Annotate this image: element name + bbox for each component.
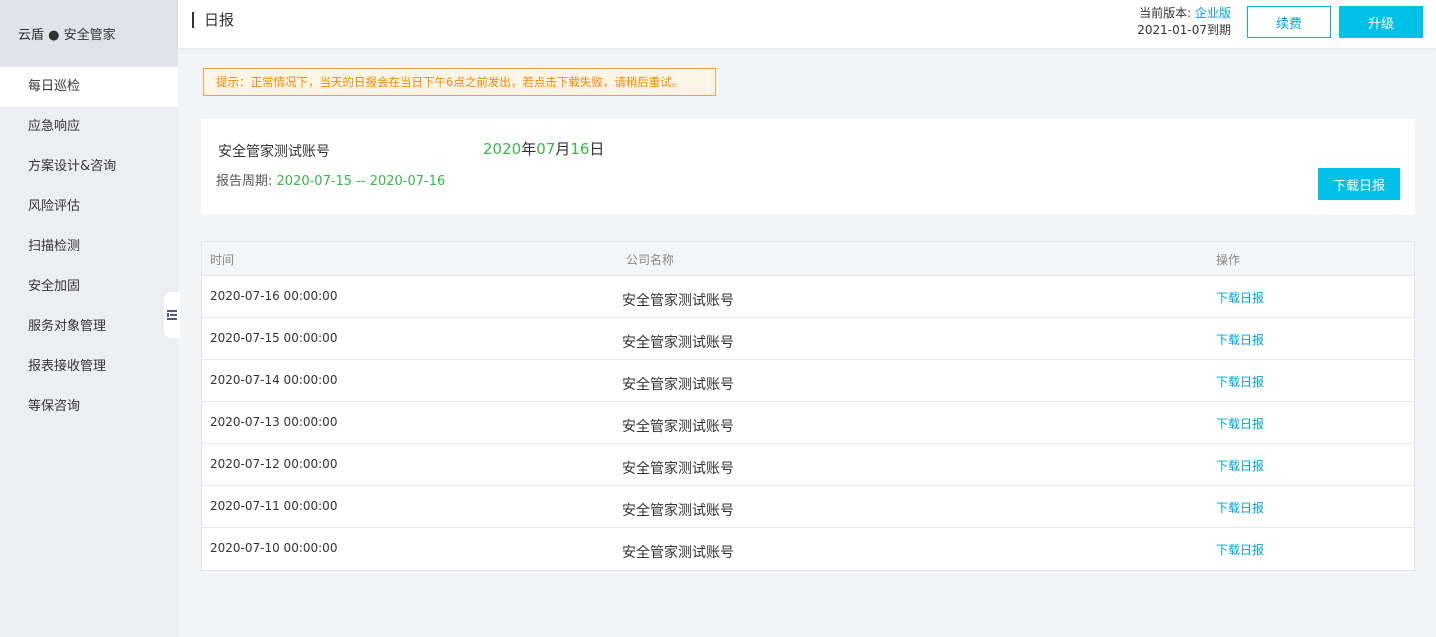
row-download-link[interactable]: 下载日报 xyxy=(1216,331,1264,348)
sidebar-item-security-hardening[interactable]: 安全加固 xyxy=(0,267,178,307)
page-title: 日报 xyxy=(192,12,234,28)
download-report-button[interactable]: 下载日报 xyxy=(1318,168,1400,200)
row-download-link[interactable]: 下载日报 xyxy=(1216,457,1264,474)
row-company: 安全管家测试账号 xyxy=(622,419,734,435)
daily-report-table: 时间 公司名称 操作 2020-07-16 00:00:00 安全管家测试账号 … xyxy=(201,241,1415,571)
row-company: 安全管家测试账号 xyxy=(622,503,734,519)
report-date-day-unit: 日 xyxy=(589,140,605,158)
account-name: 安全管家测试账号 xyxy=(218,144,330,160)
row-download-link[interactable]: 下载日报 xyxy=(1216,373,1264,390)
row-download-link[interactable]: 下载日报 xyxy=(1216,541,1264,558)
report-date-year: 2020 xyxy=(483,140,522,158)
sidebar-item-daily-inspection[interactable]: 每日巡检 xyxy=(0,67,178,107)
row-download-link[interactable]: 下载日报 xyxy=(1216,499,1264,516)
sidebar: 云盾 ● 安全管家 每日巡检 应急响应 方案设计&咨询 风险评估 扫描检测 安全… xyxy=(0,0,178,637)
sidebar-nav: 每日巡检 应急响应 方案设计&咨询 风险评估 扫描检测 安全加固 服务对象管理 … xyxy=(0,67,178,427)
version-label: 当前版本: xyxy=(1139,6,1192,20)
report-date-month-unit: 月 xyxy=(555,140,571,158)
table-row: 2020-07-13 00:00:00 安全管家测试账号 下载日报 xyxy=(202,402,1414,444)
sidebar-item-mlps-consulting[interactable]: 等保咨询 xyxy=(0,387,178,427)
table-row: 2020-07-16 00:00:00 安全管家测试账号 下载日报 xyxy=(202,276,1414,318)
report-summary-card: 安全管家测试账号 2020年07月16日 报告周期: 2020-07-15 --… xyxy=(201,119,1415,215)
table-row: 2020-07-11 00:00:00 安全管家测试账号 下载日报 xyxy=(202,486,1414,528)
edition-link[interactable]: 企业版 xyxy=(1195,6,1231,20)
table-row: 2020-07-14 00:00:00 安全管家测试账号 下载日报 xyxy=(202,360,1414,402)
row-company: 安全管家测试账号 xyxy=(622,377,734,393)
report-period-label: 报告周期: xyxy=(216,174,273,189)
report-period: 报告周期: 2020-07-15 -- 2020-07-16 xyxy=(216,170,445,189)
notice-banner: 提示：正常情况下，当天的日报会在当日下午6点之前发出，若点击下载失败，请稍后重试… xyxy=(203,68,716,96)
report-date: 2020年07月16日 xyxy=(483,138,604,159)
row-company: 安全管家测试账号 xyxy=(622,335,734,351)
row-company: 安全管家测试账号 xyxy=(622,545,734,561)
row-time: 2020-07-12 00:00:00 xyxy=(210,457,338,471)
row-download-link[interactable]: 下载日报 xyxy=(1216,415,1264,432)
report-period-value: 2020-07-15 -- 2020-07-16 xyxy=(276,174,446,189)
row-time: 2020-07-11 00:00:00 xyxy=(210,499,338,513)
column-header-action: 操作 xyxy=(1216,253,1241,267)
row-time: 2020-07-16 00:00:00 xyxy=(210,289,338,303)
collapse-sidebar-icon xyxy=(167,310,177,320)
table-row: 2020-07-12 00:00:00 安全管家测试账号 下载日报 xyxy=(202,444,1414,486)
sidebar-item-emergency-response[interactable]: 应急响应 xyxy=(0,107,178,147)
row-company: 安全管家测试账号 xyxy=(622,293,734,309)
table-row: 2020-07-15 00:00:00 安全管家测试账号 下载日报 xyxy=(202,318,1414,360)
sidebar-item-report-receiving[interactable]: 报表接收管理 xyxy=(0,347,178,387)
row-time: 2020-07-14 00:00:00 xyxy=(210,373,338,387)
row-time: 2020-07-13 00:00:00 xyxy=(210,415,338,429)
top-bar: 日报 当前版本: 企业版 2021-01-07到期 续费 升级 xyxy=(178,0,1436,48)
upgrade-button[interactable]: 升级 xyxy=(1339,6,1423,38)
sidebar-item-scan-detection[interactable]: 扫描检测 xyxy=(0,227,178,267)
table-header: 时间 公司名称 操作 xyxy=(202,242,1414,276)
row-download-link[interactable]: 下载日报 xyxy=(1216,289,1264,306)
renew-button[interactable]: 续费 xyxy=(1247,6,1331,38)
report-date-day: 16 xyxy=(570,140,590,158)
column-header-time: 时间 xyxy=(210,253,235,267)
expiry-date: 2021-01-07到期 xyxy=(1137,23,1231,37)
sidebar-item-solution-design[interactable]: 方案设计&咨询 xyxy=(0,147,178,187)
column-header-company: 公司名称 xyxy=(626,253,675,267)
row-time: 2020-07-15 00:00:00 xyxy=(210,331,338,345)
sidebar-item-risk-assessment[interactable]: 风险评估 xyxy=(0,187,178,227)
row-company: 安全管家测试账号 xyxy=(622,461,734,477)
report-date-year-unit: 年 xyxy=(521,140,537,158)
report-date-month: 07 xyxy=(536,140,556,158)
brand-title: 云盾 ● 安全管家 xyxy=(0,0,178,67)
collapse-sidebar-button[interactable] xyxy=(164,292,180,338)
row-time: 2020-07-10 00:00:00 xyxy=(210,541,338,555)
table-row: 2020-07-10 00:00:00 安全管家测试账号 下载日报 xyxy=(202,528,1414,570)
sidebar-item-service-objects[interactable]: 服务对象管理 xyxy=(0,307,178,347)
version-info: 当前版本: 企业版 2021-01-07到期 xyxy=(1137,5,1231,39)
